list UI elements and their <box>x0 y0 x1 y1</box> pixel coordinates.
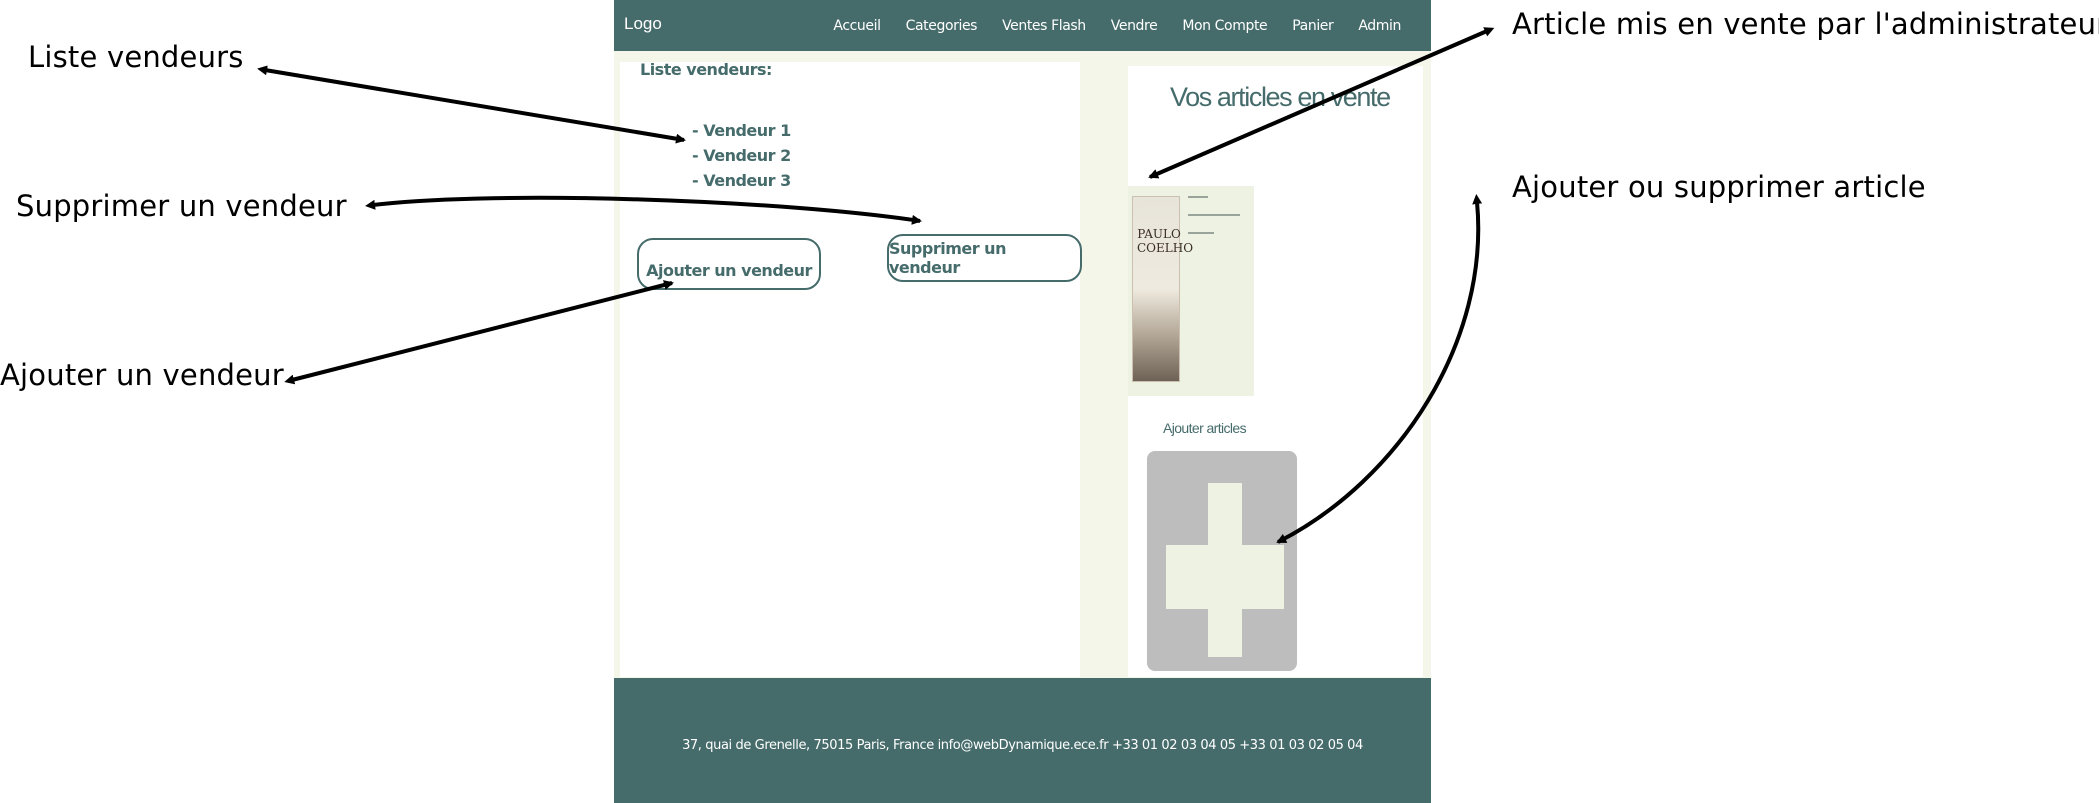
nav-link-admin[interactable]: Admin <box>1358 18 1401 34</box>
plus-icon-bar <box>1166 545 1284 609</box>
annotation-supprimer-vendeur: Supprimer un vendeur <box>16 189 347 223</box>
add-articles-label: Ajouter articles <box>1163 420 1247 436</box>
vendeur-list: - Vendeur 1 - Vendeur 2 - Vendeur 3 <box>692 118 791 193</box>
add-article-button[interactable] <box>1147 451 1297 671</box>
book-cover-image: PAULO COELHO <box>1132 196 1194 382</box>
articles-title: Vos articles en vente <box>1170 82 1391 112</box>
nav-link-panier[interactable]: Panier <box>1292 18 1334 34</box>
delete-vendeur-button[interactable]: Supprimer un vendeur <box>887 234 1082 282</box>
nav-link-accueil[interactable]: Accueil <box>833 18 881 34</box>
vendeurs-panel <box>620 62 1080 677</box>
article-detail-line <box>1188 214 1240 216</box>
navbar: Logo Accueil Categories Ventes Flash Ven… <box>614 0 1431 51</box>
article-card[interactable]: PAULO COELHO <box>1128 186 1254 396</box>
annotation-ajouter-vendeur: Ajouter un vendeur <box>0 358 284 392</box>
book-author: PAULO COELHO <box>1137 227 1194 255</box>
article-detail-line <box>1188 196 1208 198</box>
footer-contact: 37, quai de Grenelle, 75015 Paris, Franc… <box>682 738 1363 753</box>
annotation-ajouter-supprimer-article: Ajouter ou supprimer article <box>1512 170 1926 204</box>
nav-link-mon-compte[interactable]: Mon Compte <box>1182 18 1267 34</box>
article-details <box>1188 196 1240 250</box>
page-mockup: Logo Accueil Categories Ventes Flash Ven… <box>614 0 1431 803</box>
vendeur-item[interactable]: - Vendeur 1 <box>692 118 791 143</box>
nav-link-ventes-flash[interactable]: Ventes Flash <box>1002 18 1086 34</box>
footer: 37, quai de Grenelle, 75015 Paris, Franc… <box>614 678 1431 803</box>
logo[interactable]: Logo <box>624 14 662 34</box>
vendeur-item[interactable]: - Vendeur 3 <box>692 168 791 193</box>
annotation-article-admin: Article mis en vente par l'administrateu… <box>1512 7 2099 41</box>
nav-link-categories[interactable]: Categories <box>906 18 978 34</box>
add-vendeur-button[interactable]: Ajouter un vendeur <box>637 238 821 290</box>
nav-link-vendre[interactable]: Vendre <box>1111 18 1158 34</box>
article-detail-line <box>1188 232 1214 234</box>
vendeurs-title: Liste vendeurs: <box>640 60 772 79</box>
annotation-liste-vendeurs: Liste vendeurs <box>28 40 244 74</box>
vendeur-item[interactable]: - Vendeur 2 <box>692 143 791 168</box>
nav-links: Accueil Categories Ventes Flash Vendre M… <box>808 0 1401 51</box>
